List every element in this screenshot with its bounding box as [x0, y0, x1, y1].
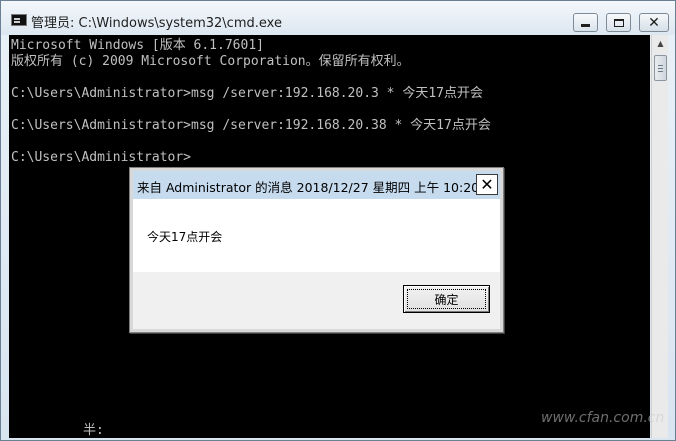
minimize-button[interactable] [573, 13, 598, 32]
ok-button[interactable]: 确定 [403, 285, 490, 313]
console-icon[interactable] [11, 14, 27, 26]
window-title: 管理员: C:\Windows\system32\cmd.exe [31, 16, 282, 31]
ime-status: 半: [83, 423, 104, 438]
close-icon: ✕ [480, 174, 494, 194]
console-line: C:\Users\Administrator>msg /server:192.1… [11, 86, 483, 101]
dialog-close-button[interactable]: ✕ [476, 174, 498, 195]
maximize-button[interactable] [606, 13, 631, 32]
dialog-title: 来自 Administrator 的消息 2018/12/27 星期四 上午 1… [137, 180, 480, 195]
watermark: www.cfan.com.cn [541, 410, 665, 426]
dialog-footer: 确定 [133, 272, 500, 329]
scroll-up-arrow-icon[interactable]: ▲ [652, 35, 669, 52]
console-line: C:\Users\Administrator>msg /server:192.1… [11, 118, 491, 133]
dialog-body: 今天17点开会 [133, 199, 500, 272]
grip-line [658, 65, 663, 66]
console-prompt: C:\Users\Administrator> [11, 150, 192, 165]
close-button[interactable]: ✕ [639, 13, 669, 32]
message-dialog: 来自 Administrator 的消息 2018/12/27 星期四 上午 1… [129, 167, 504, 333]
vertical-scrollbar[interactable]: ▲ [651, 35, 668, 438]
grip-line [658, 71, 663, 72]
minimize-icon [581, 24, 590, 27]
grip-line [658, 68, 663, 69]
console-line: 版权所有 (c) 2009 Microsoft Corporation。保留所有… [11, 54, 410, 69]
window-titlebar[interactable]: 管理员: C:\Windows\system32\cmd.exe ✕ [1, 1, 675, 35]
scroll-thumb[interactable] [654, 55, 667, 81]
dialog-titlebar[interactable]: 来自 Administrator 的消息 2018/12/27 星期四 上午 1… [133, 171, 500, 199]
dialog-message: 今天17点开会 [147, 230, 223, 244]
console-line: Microsoft Windows [版本 6.1.7601] [11, 38, 264, 53]
maximize-icon [613, 18, 624, 27]
close-icon: ✕ [648, 14, 660, 31]
